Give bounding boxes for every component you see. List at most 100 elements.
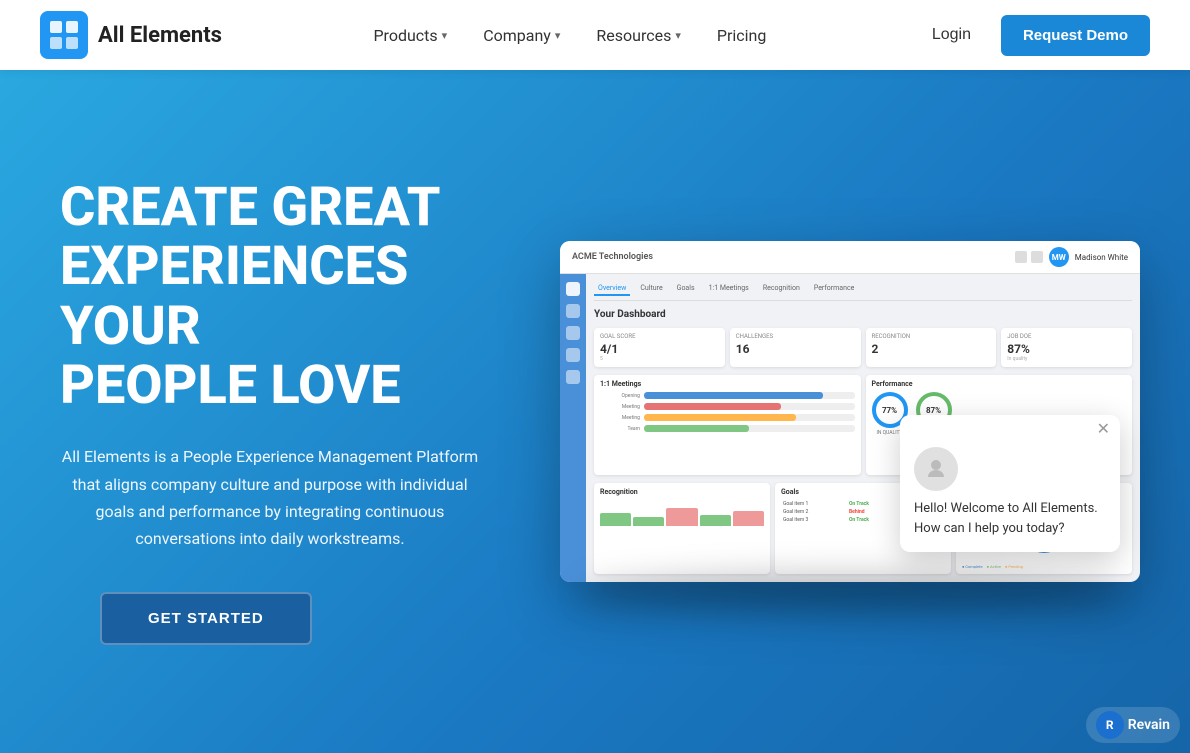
bar-track-3: [644, 414, 855, 421]
revain-badge: R Revain: [1086, 707, 1180, 743]
revain-icon: R: [1096, 711, 1124, 739]
dashboard-company: ACME Technologies: [572, 252, 653, 262]
goal-status: Behind: [847, 508, 901, 516]
stat-recognition-label: RECOGNITION: [872, 333, 991, 340]
hero-section: CREATE GREAT EXPERIENCES YOUR PEOPLE LOV…: [0, 70, 1190, 753]
nav-pricing[interactable]: Pricing: [703, 18, 781, 53]
nav-products[interactable]: Products ▾: [359, 18, 461, 53]
hero-title-line3: PEOPLE LOVE: [60, 354, 401, 417]
bar-row-1: Opening: [600, 392, 855, 399]
bell-icon: [1031, 251, 1043, 263]
dashboard-header: ACME Technologies MW Madison White: [560, 241, 1140, 274]
nav-pricing-label: Pricing: [717, 26, 767, 45]
stat-goal-value: 4/1: [600, 342, 719, 356]
request-demo-button[interactable]: Request Demo: [1001, 15, 1150, 56]
performance-title: Performance: [872, 380, 1127, 388]
bar-track-4: [644, 425, 855, 432]
tab-recognition: Recognition: [759, 282, 804, 296]
dashboard-sidebar: [560, 274, 586, 582]
meetings-bars: Opening Meeting: [600, 392, 855, 432]
nav-resources[interactable]: Resources ▾: [582, 18, 694, 53]
recognition-panel: Recognition: [594, 483, 770, 574]
logo-icon: [40, 11, 88, 59]
tab-goals: Goals: [673, 282, 699, 296]
hero-subtitle: All Elements is a People Experience Mana…: [60, 443, 480, 552]
tab-performance: Performance: [810, 282, 859, 296]
navbar-actions: Login Request Demo: [918, 15, 1150, 56]
nav-products-label: Products: [373, 26, 437, 45]
stat-quality-label: JOB DOE: [1007, 333, 1126, 340]
stat-goal-label: GOAL SCORE: [600, 333, 719, 340]
chat-body: Hello! Welcome to All Elements. How can …: [900, 443, 1120, 552]
stat-quality-value: 87%: [1007, 342, 1126, 356]
stat-recognition-value: 2: [872, 342, 991, 356]
stat-quality: JOB DOE 87% In quality: [1001, 328, 1132, 367]
chat-widget: ✕ Hello! Welcome to All Elements. How ca…: [900, 415, 1120, 552]
grid-icon: [1015, 251, 1027, 263]
sidebar-icon-4: [566, 370, 580, 384]
sidebar-home-icon: [566, 282, 580, 296]
dashboard-username: Madison White: [1075, 253, 1128, 262]
meetings-panel: 1:1 Meetings Opening: [594, 375, 861, 475]
donut-legend: ● Complete ● Active ● Pending: [962, 564, 1126, 569]
tab-meetings: 1:1 Meetings: [705, 282, 753, 296]
legend-blue: ● Complete: [962, 564, 983, 569]
bar-row-2: Meeting: [600, 403, 855, 410]
legend-green: ● Active: [987, 564, 1001, 569]
navbar-nav: Products ▾ Company ▾ Resources ▾ Pricing: [359, 18, 780, 53]
chat-close-button[interactable]: ✕: [1097, 421, 1110, 437]
goal-name: Goal item 1: [781, 500, 847, 508]
goal-status: On Track: [847, 516, 901, 524]
stat-challenges-value: 16: [736, 342, 855, 356]
nav-resources-label: Resources: [596, 26, 671, 45]
bar-label-2: Meeting: [600, 404, 640, 410]
bar-track-1: [644, 392, 855, 399]
sidebar-icon-1: [566, 304, 580, 318]
dashboard-mockup: ACME Technologies MW Madison White: [560, 241, 1140, 582]
nav-company[interactable]: Company ▾: [469, 18, 574, 53]
get-started-button[interactable]: GET STARTED: [100, 592, 312, 645]
dashboard-header-icons: [1015, 251, 1043, 263]
tab-overview: Overview: [594, 282, 630, 296]
chevron-down-icon: ▾: [675, 29, 681, 42]
circle-quality-value: 77%: [882, 406, 897, 415]
navbar: All Elements Products ▾ Company ▾ Resour…: [0, 0, 1190, 70]
stat-goal-score: GOAL SCORE 4/1 5: [594, 328, 725, 367]
sidebar-icon-2: [566, 326, 580, 340]
chat-avatar: [914, 447, 958, 491]
mini-bar-3: [666, 508, 697, 526]
legend-orange: ● Pending: [1005, 564, 1023, 569]
logo-link[interactable]: All Elements: [40, 11, 222, 59]
meetings-title: 1:1 Meetings: [600, 380, 855, 388]
stat-recognition: RECOGNITION 2: [866, 328, 997, 367]
dashboard-avatar: MW: [1049, 247, 1069, 267]
chevron-down-icon: ▾: [555, 29, 561, 42]
chat-header: ✕: [900, 415, 1120, 443]
stat-goal-sub: 5: [600, 356, 719, 362]
dashboard-stats: GOAL SCORE 4/1 5 CHALLENGES 16 RECOGNITI…: [594, 328, 1132, 367]
tab-culture: Culture: [636, 282, 666, 296]
hero-title-line2: EXPERIENCES YOUR: [60, 235, 408, 357]
sidebar-icon-3: [566, 348, 580, 362]
recognition-bars: [600, 500, 764, 530]
goal-status: On Track: [847, 500, 901, 508]
mini-bar-1: [600, 513, 631, 526]
chevron-down-icon: ▾: [442, 29, 448, 42]
bar-fill-3: [644, 414, 796, 421]
stat-quality-sub: In quality: [1007, 356, 1126, 362]
stat-challenges: CHALLENGES 16: [730, 328, 861, 367]
login-button[interactable]: Login: [918, 18, 985, 52]
nav-company-label: Company: [483, 26, 551, 45]
bar-fill-1: [644, 392, 823, 399]
goal-name: Goal item 2: [781, 508, 847, 516]
chat-message: Hello! Welcome to All Elements. How can …: [914, 499, 1106, 538]
hero-title: CREATE GREAT EXPERIENCES YOUR PEOPLE LOV…: [60, 178, 520, 416]
logo-text: All Elements: [98, 23, 222, 48]
dashboard-user-area: MW Madison White: [1015, 247, 1128, 267]
circle-average-value: 87%: [926, 406, 941, 415]
mini-bar-5: [733, 511, 764, 526]
bar-track-2: [644, 403, 855, 410]
chat-avatar-row: [914, 447, 1106, 491]
hero-left: CREATE GREAT EXPERIENCES YOUR PEOPLE LOV…: [60, 178, 520, 645]
bar-label-4: Team: [600, 426, 640, 432]
